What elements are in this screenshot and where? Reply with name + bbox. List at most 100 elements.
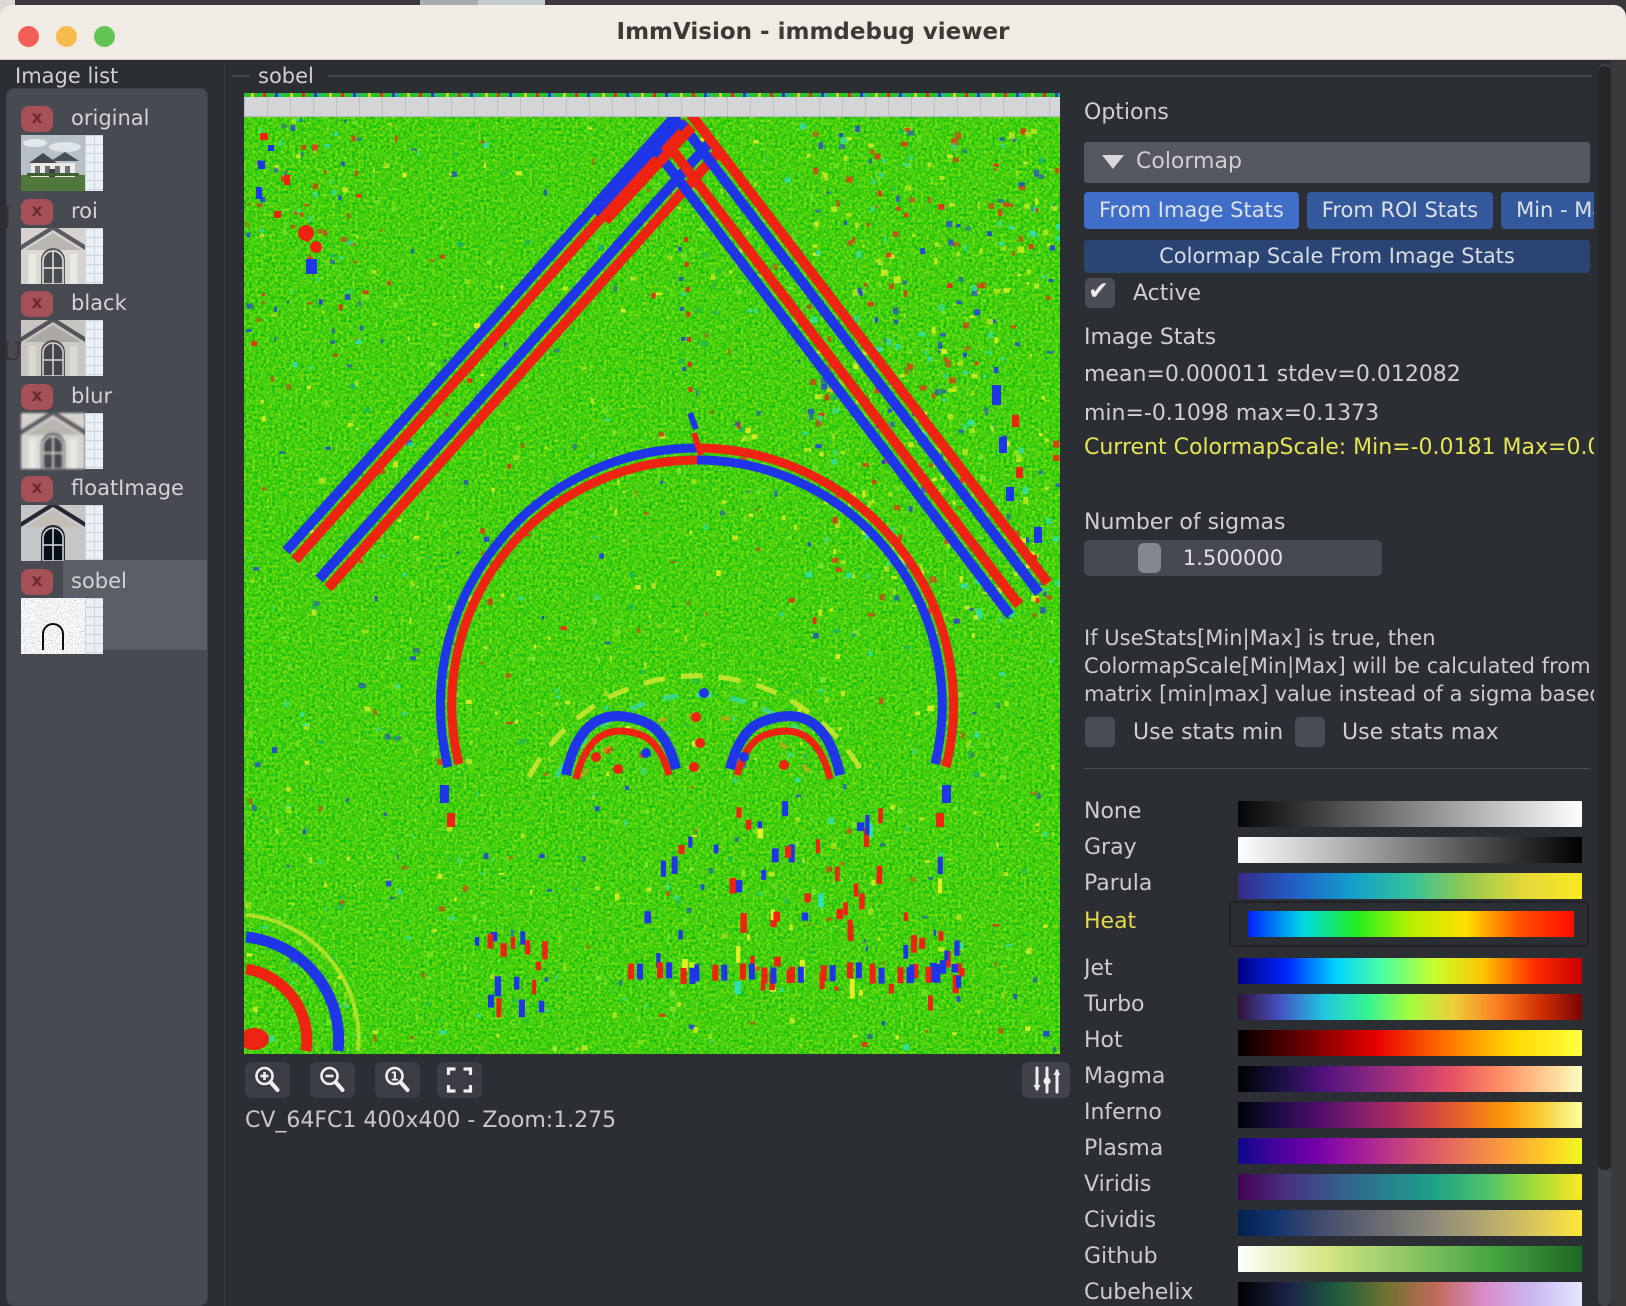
fit-view-button[interactable] bbox=[437, 1062, 482, 1098]
zoom-100-icon: 1 bbox=[381, 1064, 414, 1096]
alpha-checkerboard bbox=[85, 228, 103, 284]
image-item-label[interactable]: floatImage bbox=[71, 476, 184, 500]
viewer-header-label[interactable]: sobel bbox=[258, 64, 314, 88]
colormap-gradient-bar[interactable] bbox=[1238, 1066, 1582, 1092]
image-item-label[interactable]: blur bbox=[71, 384, 112, 408]
selected-colormap-frame[interactable] bbox=[1229, 901, 1589, 947]
use-stats-min-label[interactable]: Use stats min bbox=[1133, 720, 1283, 745]
image-list-panel[interactable]: xoriginalxroixblackxblurxfloatImagexsobe… bbox=[6, 88, 208, 1306]
image-list-title: Image list bbox=[15, 64, 118, 88]
colormap-collapsing-header[interactable]: Colormap bbox=[1084, 142, 1590, 183]
panel-divider bbox=[224, 64, 225, 1306]
svg-text:1: 1 bbox=[390, 1070, 398, 1084]
adjust-colormap-button[interactable] bbox=[1022, 1062, 1070, 1098]
colormap-scale-tabs: From Image StatsFrom ROI StatsMin - Max bbox=[1084, 192, 1594, 229]
image-list-item-black[interactable]: xblack bbox=[7, 291, 207, 381]
colormap-gradient-bar[interactable] bbox=[1238, 801, 1582, 827]
image-list-item-floatImage[interactable]: x floatImage bbox=[7, 476, 207, 566]
usestats-note-line1: If UseStats[Min|Max] is true, then bbox=[1084, 626, 1436, 650]
image-thumbnail[interactable] bbox=[21, 505, 103, 561]
image-item-label[interactable]: sobel bbox=[71, 569, 127, 593]
colormap-label-github[interactable]: Github bbox=[1084, 1244, 1158, 1269]
zoom-out-icon bbox=[316, 1064, 349, 1096]
close-image-button[interactable]: x bbox=[21, 291, 53, 317]
number-of-sigmas-label: Number of sigmas bbox=[1084, 510, 1285, 535]
colormap-gradient-bar[interactable] bbox=[1238, 873, 1582, 899]
image-thumbnail[interactable] bbox=[21, 598, 103, 654]
colormap-label-hot[interactable]: Hot bbox=[1084, 1028, 1123, 1053]
image-list-item-original[interactable]: x original bbox=[7, 106, 207, 196]
sobel-image[interactable] bbox=[244, 117, 1060, 1054]
close-image-button[interactable]: x bbox=[21, 384, 53, 410]
image-item-label[interactable]: original bbox=[71, 106, 150, 130]
colormap-gradient-bar[interactable] bbox=[1248, 911, 1574, 937]
colormap-gradient-bar[interactable] bbox=[1238, 1246, 1582, 1272]
image-thumbnail[interactable] bbox=[21, 413, 103, 469]
use-stats-min-checkbox[interactable] bbox=[1085, 717, 1115, 747]
colormap-gradient-bar[interactable] bbox=[1238, 994, 1582, 1020]
image-list-item-sobel[interactable]: xsobel bbox=[7, 569, 207, 659]
scale-tab-from-roi-stats[interactable]: From ROI Stats bbox=[1307, 192, 1493, 229]
sigmas-slider[interactable]: 1.500000 bbox=[1084, 540, 1382, 576]
use-stats-max-checkbox[interactable] bbox=[1295, 717, 1325, 747]
image-thumbnail[interactable] bbox=[21, 228, 103, 284]
slider-value: 1.500000 bbox=[1084, 540, 1382, 576]
colormap-label-cubehelix[interactable]: Cubehelix bbox=[1084, 1280, 1194, 1305]
current-colormap-scale: Current ColormapScale: Min=-0.0181 Max=0… bbox=[1084, 435, 1594, 460]
colormap-scale-from-image-stats-button[interactable]: Colormap Scale From Image Stats bbox=[1084, 240, 1590, 273]
colormap-gradient-bar[interactable] bbox=[1238, 1282, 1582, 1306]
active-checkbox[interactable] bbox=[1085, 278, 1115, 308]
colormap-label-turbo[interactable]: Turbo bbox=[1084, 992, 1145, 1017]
image-item-label[interactable]: black bbox=[71, 291, 127, 315]
image-stats-title: Image Stats bbox=[1084, 325, 1216, 350]
window-titlebar[interactable]: ImmVision - immdebug viewer bbox=[0, 5, 1626, 60]
close-image-button[interactable]: x bbox=[21, 476, 53, 502]
colormap-label-viridis[interactable]: Viridis bbox=[1084, 1172, 1151, 1197]
colormap-gradient-bar[interactable] bbox=[1238, 1174, 1582, 1200]
close-image-button[interactable]: x bbox=[21, 106, 53, 132]
zoom-in-icon bbox=[251, 1064, 284, 1096]
colormap-label-inferno[interactable]: Inferno bbox=[1084, 1100, 1162, 1125]
colormap-gradient-bar[interactable] bbox=[1238, 1210, 1582, 1236]
colormap-label-cividis[interactable]: Cividis bbox=[1084, 1208, 1156, 1233]
alpha-checkerboard bbox=[244, 97, 1060, 117]
window-title: ImmVision - immdebug viewer bbox=[0, 5, 1626, 60]
colormap-label-heat[interactable]: Heat bbox=[1084, 909, 1136, 934]
colormap-label-jet[interactable]: Jet bbox=[1084, 956, 1113, 981]
colormap-gradient-bar[interactable] bbox=[1238, 958, 1582, 984]
scale-tab-min-max[interactable]: Min - Max bbox=[1501, 192, 1594, 229]
colormap-label-none[interactable]: None bbox=[1084, 799, 1141, 824]
header-line-right bbox=[328, 75, 1592, 77]
colormap-header-label: Colormap bbox=[1136, 149, 1242, 174]
active-checkbox-label[interactable]: Active bbox=[1133, 281, 1201, 306]
colormap-label-parula[interactable]: Parula bbox=[1084, 871, 1152, 896]
image-list-item-blur[interactable]: xblur bbox=[7, 384, 207, 474]
app-window: Image list xoriginalxroixblackxblurxfloa… bbox=[0, 60, 1611, 1306]
zoom-reset-button[interactable]: 1 bbox=[375, 1062, 420, 1098]
usestats-note-line2: ColormapScale[Min|Max] will be calculate… bbox=[1084, 654, 1594, 678]
image-thumbnail[interactable] bbox=[21, 135, 103, 191]
background-glyph: J bbox=[2, 202, 12, 230]
image-item-label[interactable]: roi bbox=[71, 199, 98, 223]
colormap-label-gray[interactable]: Gray bbox=[1084, 835, 1137, 860]
colormap-gradient-bar[interactable] bbox=[1238, 837, 1582, 863]
zoom-out-button[interactable] bbox=[310, 1062, 355, 1098]
close-image-button[interactable]: x bbox=[21, 569, 53, 595]
image-list-item-roi[interactable]: xroi bbox=[7, 199, 207, 289]
image-thumbnail[interactable] bbox=[21, 320, 103, 376]
zoom-in-button[interactable] bbox=[245, 1062, 290, 1098]
image-status-text: CV_64FC1 400x400 - Zoom:1.275 bbox=[245, 1108, 616, 1133]
adjust-sliders-icon bbox=[1028, 1064, 1064, 1096]
fit-view-icon bbox=[443, 1064, 476, 1096]
options-scrollbar-thumb[interactable] bbox=[1598, 66, 1611, 1170]
colormap-gradient-bar[interactable] bbox=[1238, 1138, 1582, 1164]
screen: ImmVision - immdebug viewer Image list x… bbox=[0, 0, 1626, 1306]
scale-tab-from-image-stats[interactable]: From Image Stats bbox=[1084, 192, 1299, 229]
colormap-gradient-bar[interactable] bbox=[1238, 1030, 1582, 1056]
use-stats-max-label[interactable]: Use stats max bbox=[1342, 720, 1499, 745]
close-image-button[interactable]: x bbox=[21, 199, 53, 225]
image-display[interactable] bbox=[244, 93, 1060, 1054]
colormap-label-magma[interactable]: Magma bbox=[1084, 1064, 1165, 1089]
colormap-label-plasma[interactable]: Plasma bbox=[1084, 1136, 1163, 1161]
colormap-gradient-bar[interactable] bbox=[1238, 1102, 1582, 1128]
